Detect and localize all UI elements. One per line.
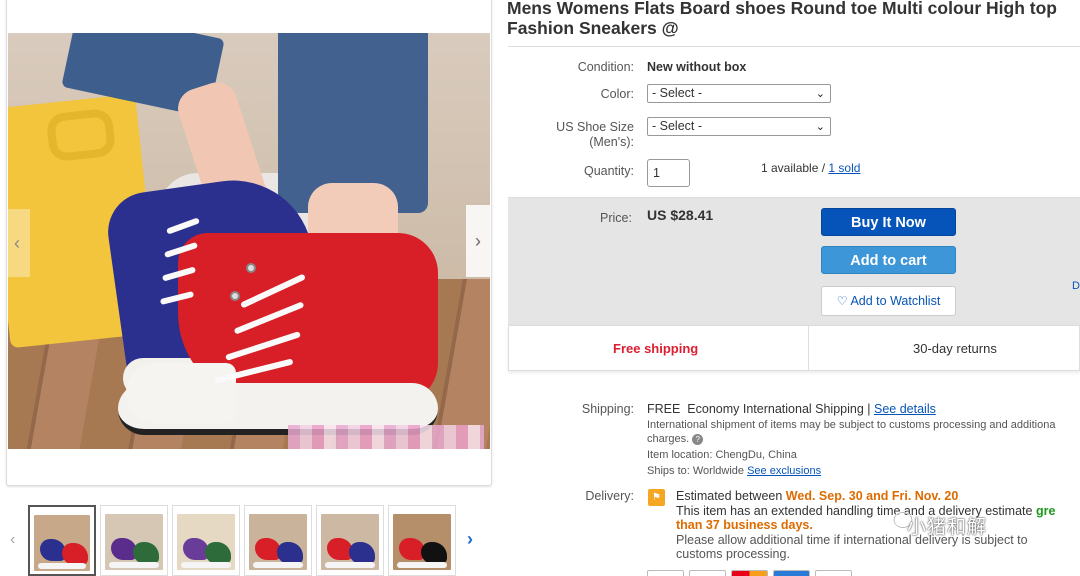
thumbnail-image [105, 514, 163, 570]
thumbnail-sole [325, 562, 375, 568]
thumbnail-shoe [62, 543, 88, 565]
thumbnail-1[interactable] [28, 505, 96, 576]
customs-note-line2: charges. ? [647, 432, 704, 447]
image-bag-handle [45, 107, 117, 163]
customs-note-line1: International shipment of items may be s… [647, 419, 1056, 431]
ships-to-text: Ships to: Worldwide [647, 465, 748, 477]
thumbnail-shoe [349, 542, 375, 564]
allow-note-line2: customs processing. [676, 547, 790, 561]
size-label-line2: (Men's): [589, 135, 634, 149]
delivery-label: Delivery: [585, 489, 634, 503]
size-label: US Shoe Size (Men's): [540, 120, 634, 150]
chevron-down-icon: ⌄ [815, 88, 825, 100]
size-select[interactable]: - Select - ⌄ [647, 117, 831, 136]
item-location: Item location: ChengDu, China [647, 449, 797, 461]
watchlist-label: Add to Watchlist [850, 294, 941, 308]
add-to-watchlist-button[interactable]: ♡ Add to Watchlist [821, 286, 956, 316]
title-divider [508, 46, 1080, 47]
flag-icon: ⚑ [648, 489, 665, 506]
thumbnail-sole [109, 562, 159, 568]
chevron-down-icon: ⌄ [815, 121, 825, 133]
thumbnail-6[interactable] [388, 505, 456, 576]
thumbnail-image [393, 514, 451, 570]
size-label-line1: US Shoe Size [556, 120, 634, 134]
add-to-cart-button[interactable]: Add to cart [821, 246, 956, 274]
paypal-icon [647, 570, 684, 576]
thumbnail-sole [397, 562, 447, 568]
see-details-link[interactable]: See details [874, 402, 936, 416]
thumbnail-shoe [205, 542, 231, 564]
quantity-label: Quantity: [583, 164, 634, 178]
price-value: US $28.41 [647, 207, 714, 223]
delivery-estimate: Estimated between Wed. Sep. 30 and Fri. … [676, 489, 958, 504]
thumbnail-sole [38, 563, 86, 569]
thumbnail-sole [253, 562, 303, 568]
color-label: Color: [600, 87, 634, 101]
visa-icon [689, 570, 726, 576]
color-select[interactable]: - Select - ⌄ [647, 84, 831, 103]
thumbnail-sole [181, 562, 231, 568]
amex-icon [773, 570, 810, 576]
image-toe-cap [126, 363, 236, 423]
handling-green-text: gre [1035, 504, 1056, 518]
available-text: 1 available / [761, 161, 829, 175]
price-label: Price: [600, 211, 632, 225]
shipping-line: FREE Economy International Shipping | Se… [647, 402, 936, 416]
thumbnail-shoe [277, 542, 303, 564]
thumbnail-image [34, 515, 90, 571]
color-select-value: - Select - [652, 86, 703, 100]
thumbnail-4[interactable] [244, 505, 312, 576]
condition-label: Condition: [577, 60, 634, 74]
availability: 1 available / 1 sold [761, 161, 860, 175]
info-icon[interactable]: ? [692, 433, 704, 445]
image-pixelated-region [288, 425, 484, 449]
buy-box [508, 197, 1080, 325]
watermark-text: 小猪和解 [907, 516, 988, 538]
thumbnail-strip: ‹ › [6, 505, 492, 576]
product-title: Mens Womens Flats Board shoes Round toe … [507, 0, 1057, 38]
quantity-input[interactable]: 1 [647, 159, 690, 187]
shipping-bar-divider [808, 326, 809, 370]
handling-note-line2: than 37 business days. [676, 518, 813, 532]
free-shipping-badge: Free shipping [613, 341, 699, 356]
mastercard-icon [731, 570, 768, 576]
size-select-value: - Select - [652, 119, 703, 133]
customs-note-text: charges. [647, 433, 690, 445]
sold-link[interactable]: 1 sold [828, 161, 860, 175]
image-eyelet [246, 263, 256, 273]
see-exclusions-link[interactable]: See exclusions [747, 465, 821, 477]
buy-it-now-button[interactable]: Buy It Now [821, 208, 956, 236]
delivery-dates: Wed. Sep. 30 and Fri. Nov. 20 [785, 489, 959, 503]
shipping-free: FREE [647, 402, 681, 416]
chevron-right-icon: › [475, 230, 481, 251]
shipping-method: Economy International Shipping | [687, 402, 874, 416]
ships-to: Ships to: Worldwide See exclusions [647, 464, 821, 479]
prev-image-button[interactable]: ‹ [8, 209, 30, 277]
returns-badge: 30-day returns [913, 341, 997, 356]
discover-icon [815, 570, 852, 576]
heart-icon: ♡ [836, 294, 848, 308]
product-image-panel: ‹ › [6, 0, 492, 486]
thumbnail-prev-icon[interactable]: ‹ [10, 531, 15, 549]
thumbnail-shoe [421, 542, 447, 564]
delivery-prefix: Estimated between [676, 489, 786, 503]
thumbnail-image [321, 514, 379, 570]
main-product-image[interactable]: ‹ › [8, 33, 490, 449]
chevron-left-icon: ‹ [14, 232, 20, 253]
condition-value: New without box [647, 60, 747, 74]
thumbnail-image [177, 514, 235, 570]
handling-note-line1: This item has an extended handling time … [676, 504, 1055, 519]
thumbnail-3[interactable] [172, 505, 240, 576]
image-eyelet [230, 291, 240, 301]
shipping-label: Shipping: [581, 402, 634, 416]
next-image-button[interactable]: › [466, 205, 490, 277]
truncated-link[interactable]: D [1072, 280, 1080, 292]
thumbnail-next-icon[interactable]: › [467, 529, 473, 550]
thumbnail-image [249, 514, 307, 570]
thumbnail-5[interactable] [316, 505, 384, 576]
thumbnail-2[interactable] [100, 505, 168, 576]
thumbnail-shoe [133, 542, 159, 564]
